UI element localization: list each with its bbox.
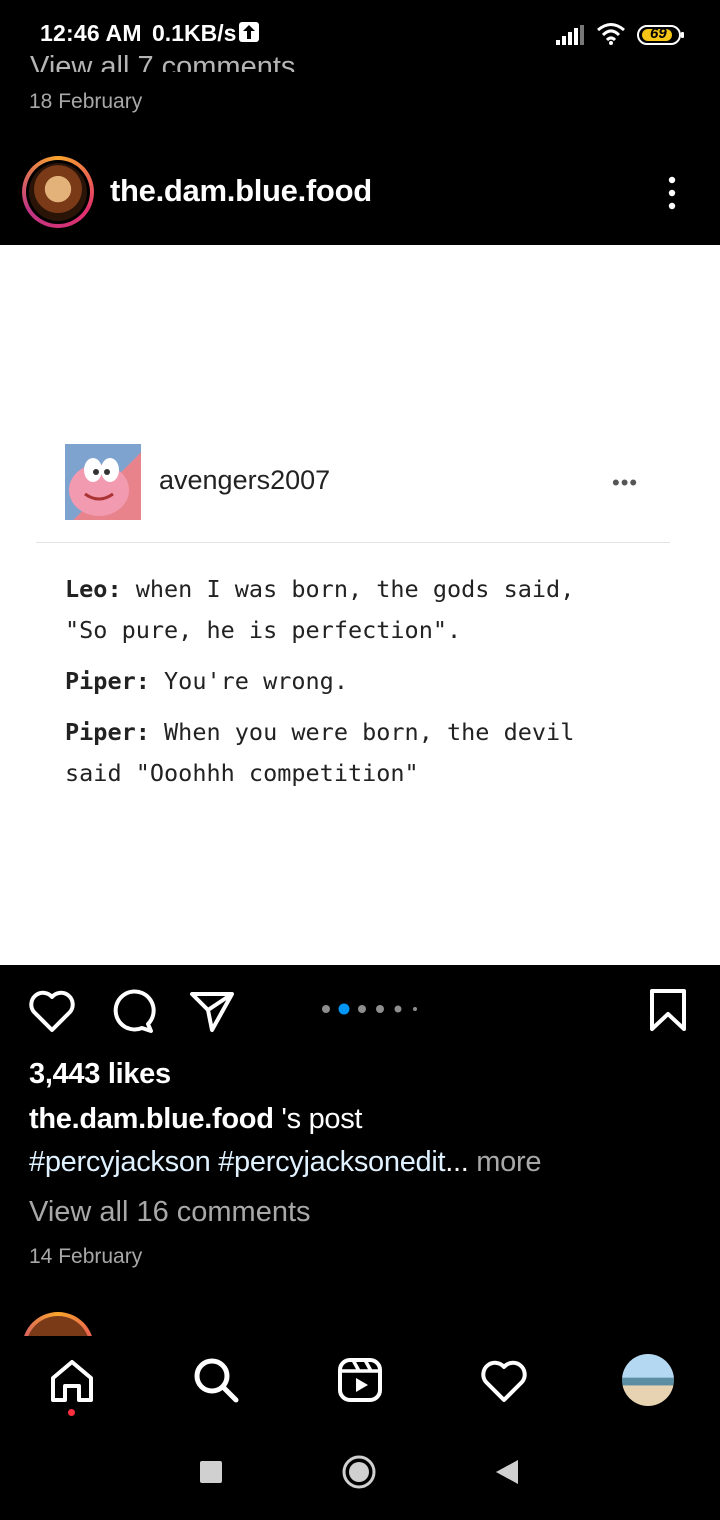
reels-icon[interactable]	[336, 1356, 384, 1404]
carousel-dot	[413, 1007, 417, 1011]
share-icon[interactable]	[188, 990, 236, 1034]
avatar[interactable]	[29, 163, 87, 221]
carousel-dot	[394, 1005, 402, 1013]
caption-text: 's post	[273, 1103, 363, 1135]
caption-username[interactable]: the.dam.blue.food	[29, 1103, 274, 1135]
heart-icon[interactable]	[28, 988, 76, 1034]
back-button[interactable]	[494, 1458, 520, 1486]
status-bar	[0, 0, 720, 64]
carousel-dot	[358, 1005, 366, 1013]
post-username[interactable]: the.dam.blue.food	[110, 173, 372, 209]
dialogue-line: Leo: when I was born, the gods said,	[65, 575, 575, 603]
profile-avatar[interactable]	[622, 1354, 674, 1406]
notification-dot	[68, 1409, 75, 1416]
hashtags[interactable]: #percyjackson #percyjacksonedit	[29, 1146, 446, 1178]
carousel-dot	[376, 1005, 384, 1013]
dialogue-line-continued: "So pure, he is perfection".	[65, 616, 462, 644]
dialogue-line: Piper: You're wrong.	[65, 667, 348, 695]
dialogue-line: Piper: When you were born, the devil	[65, 718, 575, 746]
more-link[interactable]: more	[469, 1146, 541, 1178]
carousel-dot-active	[338, 1003, 350, 1015]
tumblr-username: avengers2007	[159, 465, 331, 495]
bookmark-icon[interactable]	[648, 988, 688, 1032]
tumblr-avatar	[65, 444, 141, 520]
divider	[36, 542, 670, 543]
likes-count[interactable]: 3,443 likes	[29, 1058, 171, 1091]
more-icon[interactable]	[660, 175, 684, 211]
ellipsis: ...	[445, 1146, 469, 1178]
comment-icon[interactable]	[108, 988, 156, 1034]
activity-icon[interactable]	[480, 1358, 528, 1404]
tumblr-more-icon: •••	[612, 470, 639, 495]
dialogue-line-continued: said "Ooohhh competition"	[65, 759, 419, 787]
carousel-indicator	[322, 1003, 417, 1015]
search-icon[interactable]	[192, 1356, 240, 1404]
hashtag-line: #percyjackson #percyjacksonedit... more	[29, 1146, 541, 1179]
caption: the.dam.blue.food 's post	[29, 1103, 363, 1136]
home-icon[interactable]	[48, 1358, 96, 1404]
system-home-button[interactable]	[341, 1454, 377, 1490]
carousel-dot	[322, 1005, 330, 1013]
previous-post-date: 18 February	[29, 90, 143, 113]
view-comments-link[interactable]: View all 16 comments	[29, 1196, 311, 1229]
recent-apps-button[interactable]	[200, 1461, 222, 1483]
post-date: 14 February	[29, 1245, 143, 1268]
